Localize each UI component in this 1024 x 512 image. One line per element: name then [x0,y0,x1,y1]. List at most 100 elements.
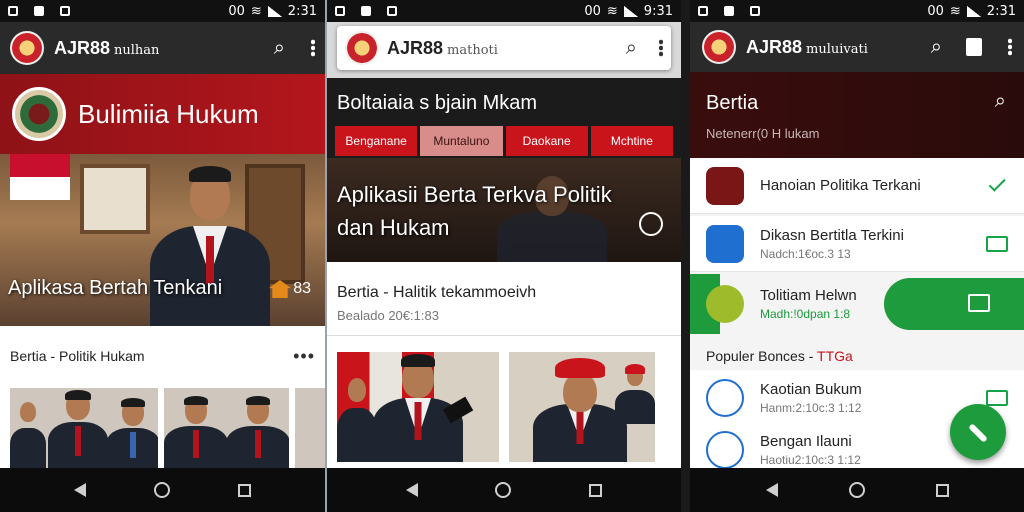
pen-icon [968,423,988,443]
status-bar: 00 ≋ 2:31 [690,0,1024,22]
hero-card[interactable]: Aplikasa Bertah Tenkani 83 [0,154,325,326]
tab-2[interactable]: Muntaluno [420,126,503,156]
star-icon [706,285,744,323]
news-thumbnail[interactable] [163,388,290,468]
share-icon[interactable] [986,389,1008,406]
system-nav-bar [690,468,1024,512]
wifi-icon: ≋ [250,3,262,19]
item-title: Hanoian Politika Terkani [760,177,921,194]
clock: 9:31 [643,3,673,19]
notification-icon [335,6,345,16]
clock: 2:31 [287,3,317,19]
back-icon[interactable] [405,483,418,497]
download-icon [387,6,397,16]
signal-icon [623,5,638,17]
home-button-icon[interactable] [495,482,512,498]
overflow-menu-icon[interactable] [311,39,315,57]
overflow-menu-icon[interactable] [659,39,663,57]
overflow-menu-icon[interactable] [1008,38,1012,56]
app-title: AJR88 muluivati [746,36,868,57]
section-header: Bertia Netenerr(0 H lukam ⌕ [690,72,1024,158]
header-title: Bertia [706,92,759,114]
news-thumbnail[interactable] [295,388,325,468]
more-icon[interactable]: ••• [293,346,315,367]
shield-icon [706,430,744,469]
system-nav-bar [327,468,681,512]
app-bar: AJR88 muluivati ⌕ [690,22,1024,72]
edit-icon[interactable] [986,235,1008,252]
list-item[interactable]: Hanoian Politika Terkani [690,158,1024,214]
back-icon[interactable] [765,483,778,497]
status-bar: 00 ≋ 9:31 [327,0,681,22]
app-search-bar[interactable]: AJR88 mathoti ⌕ [337,26,671,70]
signal-icon [966,5,981,17]
phone-screen-1: 00 ≋ 2:31 AJR88nulhan ⌕ Bulimiia Hukum [0,0,325,512]
news-thumbnail[interactable] [509,352,655,462]
item-date: Nadch:1€oc.3 13 [760,246,851,261]
phone-screen-3: 00 ≋ 2:31 AJR88 muluivati ⌕ Bertia Netene… [690,0,1024,512]
hero-caption: Aplikasa Bertah Tenkani [8,277,223,299]
system-nav-bar [0,468,325,512]
news-thumbnail[interactable] [337,352,499,462]
hero-caption: Aplikasii Berta Terkva Politik dan Hukam [337,182,612,240]
search-icon[interactable]: ⌕ [274,37,285,60]
section-title: Bertia - Politik Hukam [10,348,145,364]
wifi-icon: ≋ [606,3,618,19]
news-thumbnail[interactable] [10,388,158,468]
app-bar: AJR88 nulhan ⌕ [0,22,325,74]
chart-icon [706,378,744,417]
header-title: Boltaiaia s bjain Mkam [337,92,538,114]
item-date: Hanm:2:10c:3 1:12 [760,400,862,415]
status-right: 00 ≋ 9:31 [584,4,673,19]
search-icon[interactable]: ⌕ [995,90,1006,113]
tab-4[interactable]: Mchtine [590,126,673,156]
section-title: Populer Bonces - TTGa [706,348,853,364]
tab-3[interactable]: Daokane [505,126,588,156]
card-title: Bertia - Halitik tekammoeivh [337,284,537,301]
divider [681,0,690,512]
app-logo[interactable] [10,31,44,65]
phone-screen-2: 00 ≋ 9:31 AJR88 mathoti ⌕ Boltaiaia s bja… [327,0,681,512]
app-title: AJR88 mathoti [387,37,498,58]
hero-card[interactable]: Aplikasii Berta Terkva Politik dan Hukam [327,158,681,262]
play-icon[interactable] [639,212,663,236]
battery-indicator: 00 [228,3,245,19]
swipe-action[interactable] [884,278,1024,330]
category-tabs: Benganane Muntaluno Daokane Mchtine [335,126,673,156]
battery-indicator: 00 [584,3,601,19]
item-title: Kaotian Bukum [760,380,862,398]
recents-icon[interactable] [238,483,251,497]
edit-icon[interactable] [968,294,990,312]
news-card[interactable]: Bertia - Halitik tekammoeivh Bealado 20€… [327,270,681,336]
window-image [80,164,150,234]
tab-1[interactable]: Benganane [335,126,418,156]
app-logo[interactable] [345,31,379,65]
home-button-icon[interactable] [154,482,170,498]
newspaper-icon [706,166,744,205]
signal-icon [267,5,282,17]
status-bar: 00 ≋ 2:31 [0,0,325,22]
back-icon[interactable] [74,483,86,497]
search-icon[interactable]: ⌕ [626,37,637,60]
thumbnail-row [10,388,325,468]
flag-image [10,154,70,200]
wifi-icon: ≋ [949,3,961,19]
search-icon[interactable]: ⌕ [931,36,942,59]
notification-icon [8,6,18,16]
grid-icon [706,224,744,263]
recents-icon[interactable] [935,483,949,497]
bookmark-icon[interactable] [966,38,982,56]
image-icon [34,6,44,16]
notification-icon [698,6,708,16]
status-right: 00 ≋ 2:31 [927,4,1016,19]
compose-fab[interactable] [950,404,1006,460]
banner-title: Bulimiia Hukum [78,98,259,129]
home-button-icon[interactable] [848,482,865,498]
hero-person-image [150,162,270,326]
header-subtitle: Netenerr(0 H lukam [706,126,820,141]
list-item[interactable]: Dikasn Bertitla Terkini Nadch:1€oc.3 13 [690,216,1024,272]
app-logo[interactable] [702,30,736,64]
app-title: AJR88 nulhan [54,37,160,58]
recents-icon[interactable] [589,483,603,497]
clock: 2:31 [986,3,1016,19]
